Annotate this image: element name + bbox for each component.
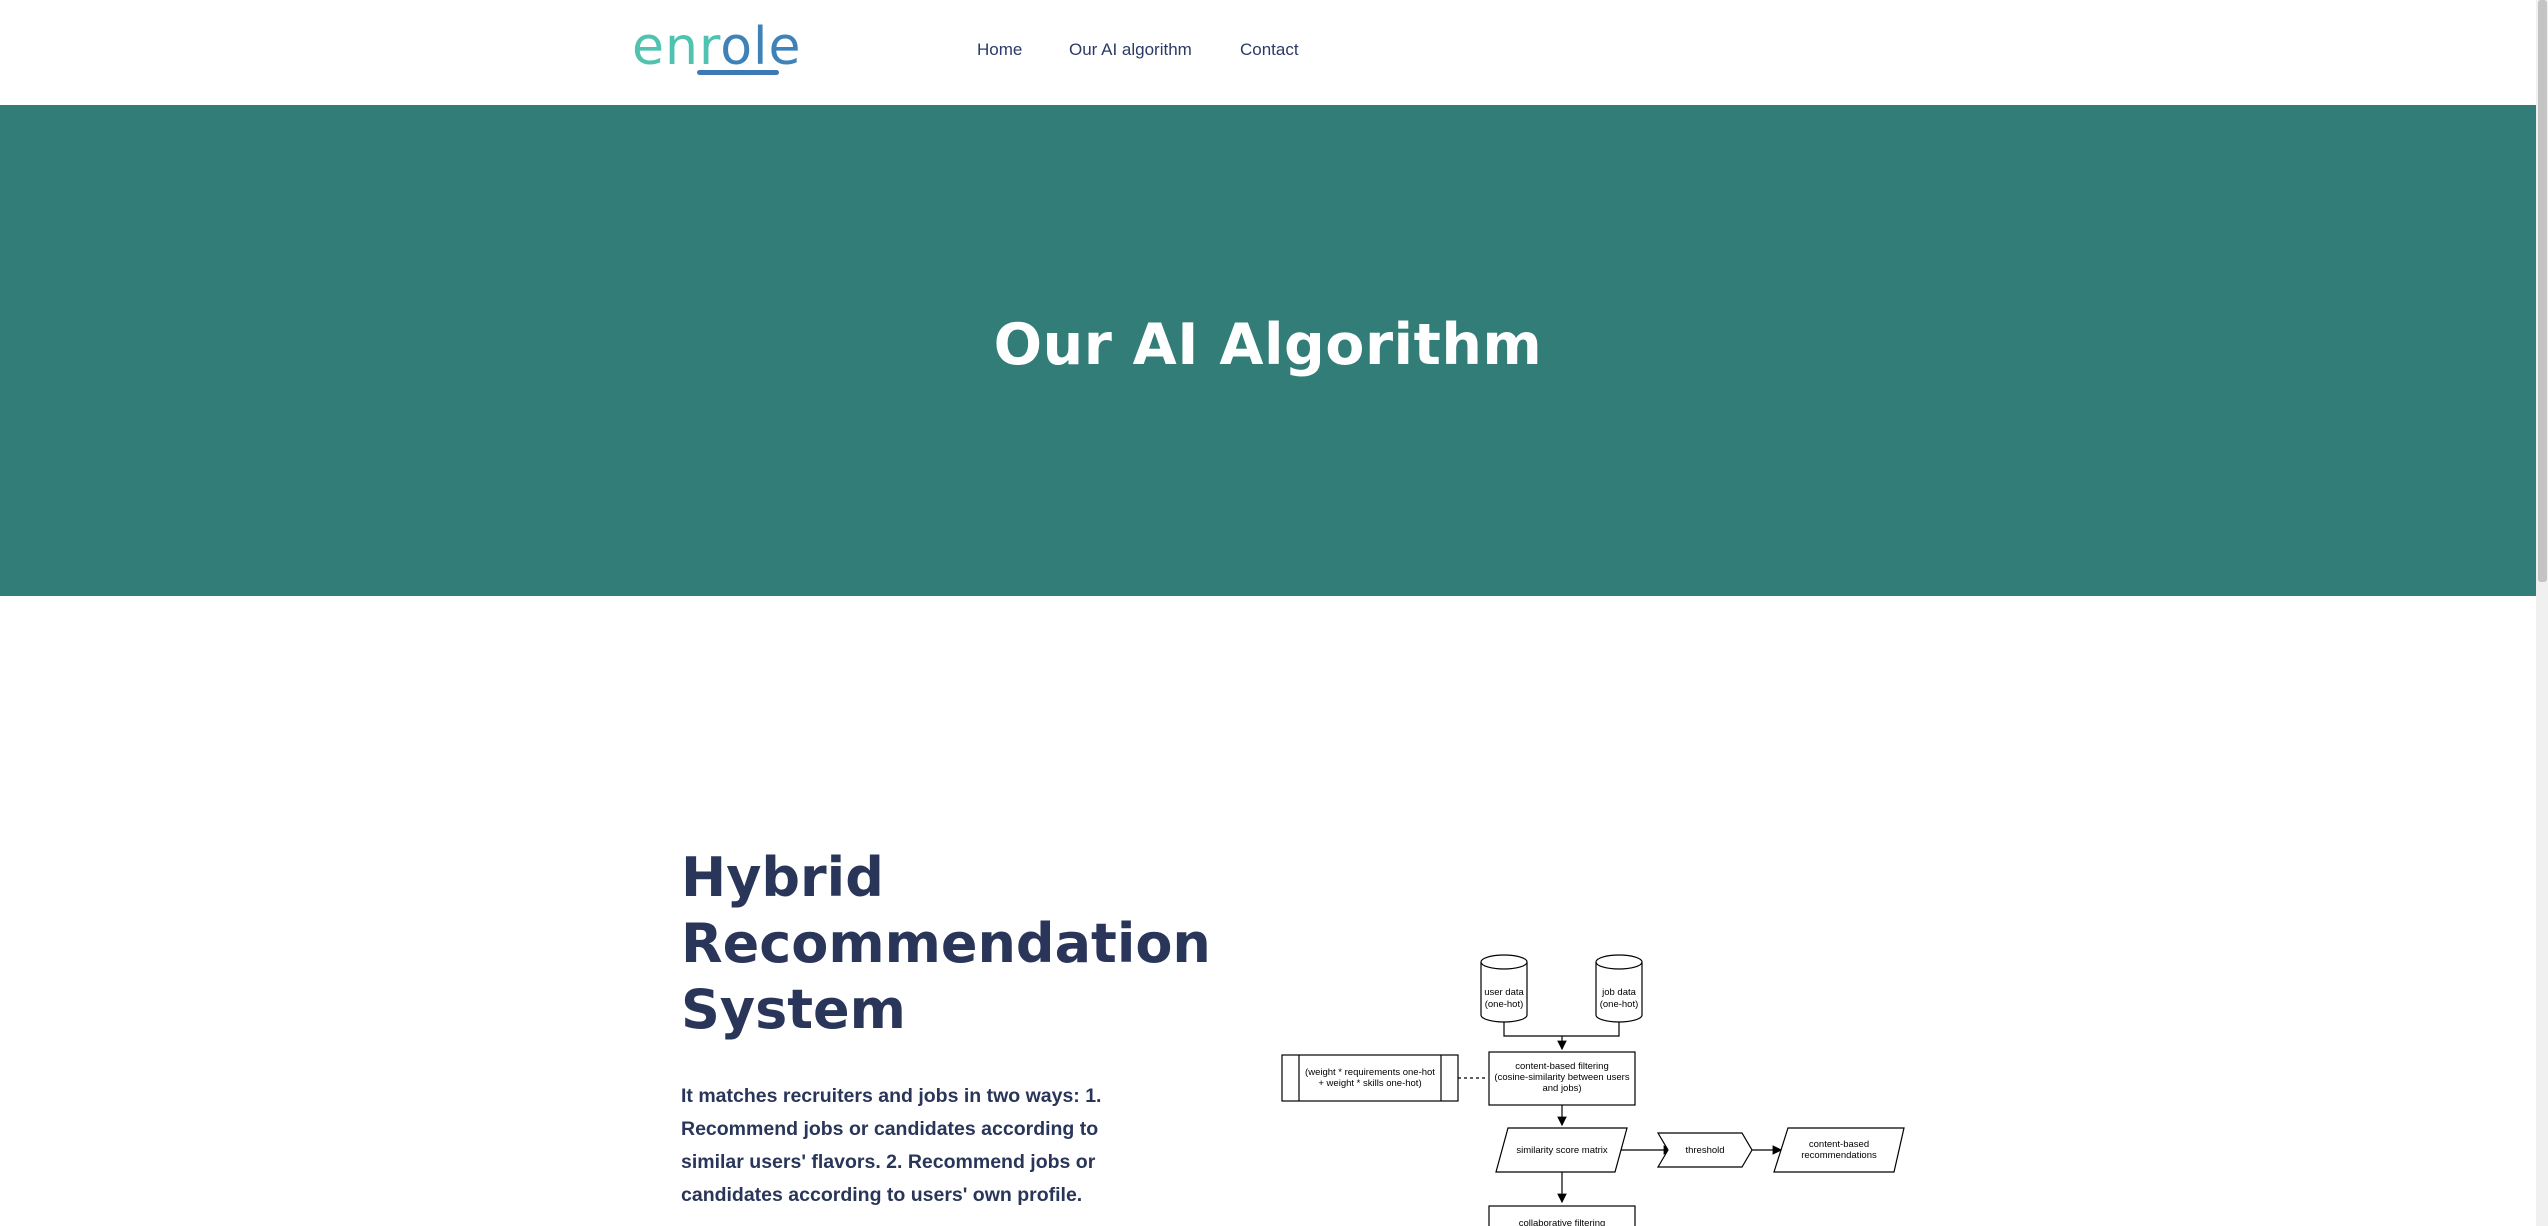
content-filtering-label-1: content-based filtering — [1515, 1061, 1608, 1072]
similarity-matrix-label: similarity score matrix — [1516, 1145, 1608, 1156]
content-filtering-label-3: and jobs) — [1542, 1083, 1581, 1094]
nav-contact[interactable]: Contact — [1240, 40, 1299, 60]
hero-banner: Our AI Algorithm — [0, 105, 2536, 596]
weights-label-1: (weight * requirements one-hot — [1305, 1067, 1435, 1078]
recommendations-label-1: content-based — [1809, 1139, 1869, 1150]
content-filtering-label-2: (cosine-similarity between users — [1494, 1072, 1629, 1083]
hybrid-recommendation-diagram: user data (one-hot) job data (one-hot) (… — [1281, 954, 1905, 1226]
nav-home[interactable]: Home — [977, 40, 1022, 60]
threshold-label: threshold — [1685, 1145, 1724, 1156]
weights-label-2: + weight * skills one-hot) — [1318, 1078, 1421, 1089]
collaborative-filtering-label: collaborative filtering — [1519, 1218, 1606, 1226]
logo-underline — [697, 70, 779, 75]
user-data-label-1: user data — [1484, 987, 1524, 998]
enrole-logo[interactable]: enrole — [632, 18, 800, 80]
site-header: enrole Home Our AI algorithm Contact — [0, 0, 2536, 105]
hero-title: Our AI Algorithm — [993, 312, 1543, 378]
section-title: Hybrid Recommendation System — [681, 846, 1211, 1041]
nav-ai-algorithm[interactable]: Our AI algorithm — [1069, 40, 1192, 60]
job-data-label-1: job data — [1601, 987, 1637, 998]
scrollbar-thumb[interactable] — [2538, 0, 2547, 582]
section-description: It matches recruiters and jobs in two wa… — [681, 1085, 1102, 1206]
logo-wordmark: enrole — [632, 17, 802, 77]
recommendations-label-2: recommendations — [1801, 1150, 1877, 1161]
user-data-label-2: (one-hot) — [1485, 999, 1524, 1010]
job-data-label-2: (one-hot) — [1600, 999, 1639, 1010]
